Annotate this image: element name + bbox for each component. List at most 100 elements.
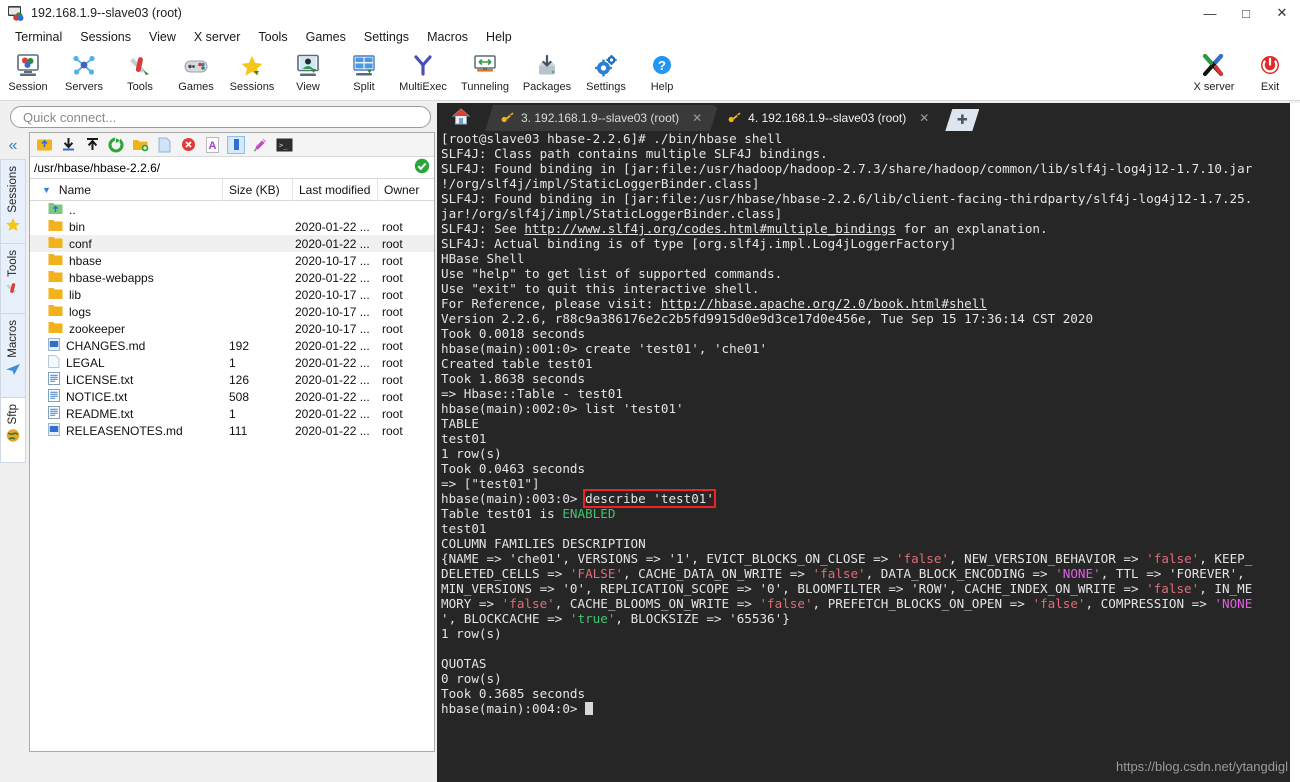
table-row[interactable]: lib 2020-10-17 ... root [30,286,434,303]
toolbar-xserver-button[interactable]: X server [1186,50,1242,93]
maximize-button[interactable]: □ [1228,0,1264,26]
terminal-line: Use "help" to get list of supported comm… [441,266,783,281]
toolbar-split-button[interactable]: Split [336,50,392,93]
toolbar-sessions-button[interactable]: Sessions [224,50,280,93]
toolbar-tunneling-button[interactable]: Tunneling [454,50,516,93]
svg-text:?: ? [658,58,666,73]
quick-connect-bar[interactable] [10,106,431,128]
sftp-path-bar[interactable]: /usr/hbase/hbase-2.2.6/ [30,157,434,179]
menu-view[interactable]: View [140,28,185,46]
download-icon[interactable] [59,136,77,154]
terminal-tab-3-label: 3. 192.168.1.9--slave03 (root) [521,111,680,125]
file-name-cell: CHANGES.md [30,337,223,354]
terminal-tab-strip: 3. 192.168.1.9--slave03 (root) ✕ 4. 192.… [437,103,1300,131]
terminal-line: SLF4J: Actual binding is of type [org.sl… [441,236,957,251]
terminal-tab-3[interactable]: 3. 192.168.1.9--slave03 (root) ✕ [485,105,718,131]
file-name-cell: LICENSE.txt [30,371,223,388]
table-row[interactable]: hbase 2020-10-17 ... root [30,252,434,269]
new-file-icon[interactable] [155,136,173,154]
terminal-line: !/org/slf4j/impl/StaticLoggerBinder.clas… [441,176,760,191]
table-row[interactable]: CHANGES.md 192 2020-01-22 ... root [30,337,434,354]
terminal-tab-4-close-icon[interactable]: ✕ [919,111,929,125]
menu-x-server[interactable]: X server [185,28,250,46]
toolbar-servers-button[interactable]: Servers [56,50,112,93]
terminal-line: SLF4J: See http://www.slf4j.org/codes.ht… [441,221,1048,236]
sidebar-item-tools[interactable]: Tools [0,243,26,313]
terminal-tab-3-close-icon[interactable]: ✕ [692,111,702,125]
power-icon [1257,51,1283,81]
toolbar-split-label: Split [353,81,375,93]
games-icon [183,51,209,81]
text-mode-icon[interactable]: A [203,136,221,154]
table-row[interactable]: zookeeper 2020-10-17 ... root [30,320,434,337]
menu-macros[interactable]: Macros [418,28,477,46]
terminal-line: MIN_VERSIONS => '0', REPLICATION_SCOPE =… [441,581,1253,596]
close-button[interactable]: ✕ [1264,0,1300,26]
file-owner-cell: root [382,355,403,370]
toolbar-help-button[interactable]: ? Help [634,50,690,93]
toolbar-settings-button[interactable]: Settings [578,50,634,93]
table-row[interactable]: RELEASENOTES.md 111 2020-01-22 ... root [30,422,434,439]
globe-icon [5,428,21,446]
new-folder-icon[interactable] [131,136,149,154]
toolbar-packages-button[interactable]: Packages [516,50,578,93]
sidebar-item-sftp[interactable]: Sftp [0,397,26,463]
file-name-label: zookeeper [69,321,126,336]
file-name-label: conf [69,236,92,251]
table-row[interactable]: LICENSE.txt 126 2020-01-22 ... root [30,371,434,388]
file-name-label: README.txt [66,406,134,421]
column-header-size[interactable]: Size (KB) [223,178,293,201]
upload-icon[interactable] [83,136,101,154]
table-row[interactable]: hbase-webapps 2020-01-22 ... root [30,269,434,286]
column-header-name-label: Name [58,182,91,197]
terminal-cursor [585,702,594,715]
edit-icon[interactable] [251,136,269,154]
terminal-line: HBase Shell [441,251,525,266]
column-header-owner[interactable]: Owner [378,179,434,201]
table-row[interactable]: .. [30,201,434,218]
xserver-icon [1201,51,1227,81]
tools-icon [127,51,153,81]
terminal-icon[interactable]: >_ [275,136,293,154]
toolbar-multiexec-button[interactable]: MultiExec [392,50,454,93]
quick-connect-input[interactable] [23,109,418,125]
sidebar-item-sessions[interactable]: Sessions [0,159,26,243]
menu-sessions[interactable]: Sessions [71,28,140,46]
toolbar-exit-button[interactable]: Exit [1242,50,1298,93]
new-tab-button[interactable]: ✚ [945,109,979,131]
table-row[interactable]: bin 2020-01-22 ... root [30,218,434,235]
sidebar-item-macros[interactable]: Macros [0,313,26,397]
table-row[interactable]: NOTICE.txt 508 2020-01-22 ... root [30,388,434,405]
terminal-output[interactable]: [root@slave03 hbase-2.2.6]# ./bin/hbase … [437,131,1300,782]
file-size-cell: 1 [229,355,236,370]
menu-tools[interactable]: Tools [249,28,296,46]
file-type-icon [48,321,63,337]
toolbar-session-button[interactable]: Session [0,50,56,93]
table-row[interactable]: conf 2020-01-22 ... root [30,235,434,252]
column-header-modified[interactable]: Last modified [293,178,378,201]
toolbar-tools-button[interactable]: Tools [112,50,168,93]
terminal-line: => Hbase::Table - test01 [441,386,623,401]
menu-help[interactable]: Help [477,28,521,46]
menu-terminal[interactable]: Terminal [6,28,71,46]
collapse-sidebar-button[interactable]: « [0,133,26,159]
menu-games[interactable]: Games [297,28,355,46]
go-up-icon[interactable] [35,136,53,154]
table-row[interactable]: README.txt 1 2020-01-22 ... root [30,405,434,422]
column-header-name[interactable]: ▼ Name [30,178,223,201]
menu-settings[interactable]: Settings [355,28,418,46]
minimize-button[interactable]: — [1192,0,1228,26]
table-row[interactable]: logs 2020-10-17 ... root [30,303,434,320]
toolbar-games-label: Games [178,81,214,93]
table-row[interactable]: LEGAL 1 2020-01-22 ... root [30,354,434,371]
toolbar-games-button[interactable]: Games [168,50,224,93]
terminal-line: {NAME => 'che01', VERSIONS => '1', EVICT… [441,551,1253,566]
toolbar-view-button[interactable]: View [280,50,336,93]
refresh-icon[interactable] [107,136,125,154]
terminal-tab-4[interactable]: 4. 192.168.1.9--slave03 (root) ✕ [712,105,945,131]
binary-mode-icon[interactable] [227,135,245,154]
delete-icon[interactable] [179,136,197,154]
home-tab-button[interactable] [437,105,485,131]
file-name-cell: logs [30,304,223,320]
